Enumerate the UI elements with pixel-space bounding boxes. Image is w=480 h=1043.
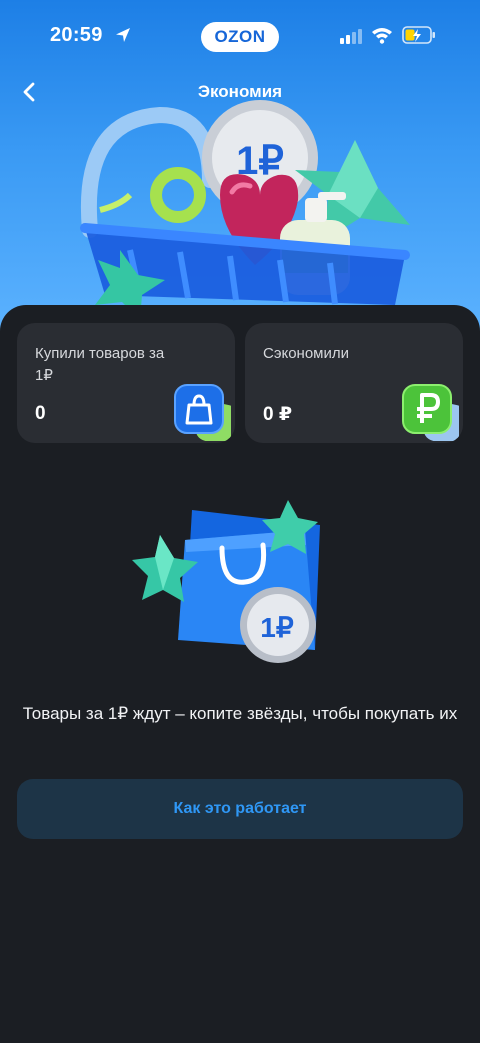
stat-card-purchased: Купили товаров за 1₽ 0 [17, 323, 235, 443]
bag-coin-illustration: 1₽ [132, 500, 320, 663]
status-bar: 20:59 OZON [0, 0, 480, 72]
how-it-works-button[interactable]: Как это работает [17, 779, 463, 839]
page-title: Экономия [197, 82, 283, 101]
stat-value-saved: 0 ₽ [263, 404, 293, 425]
wifi-icon [372, 28, 392, 44]
svg-text:1₽: 1₽ [260, 612, 294, 643]
stat-card-saved: Сэкономили 0 ₽ [245, 323, 463, 443]
status-time: 20:59 [50, 24, 103, 46]
basket-illustration: 1₽ [80, 100, 410, 320]
location-arrow-icon [116, 28, 130, 42]
content-sheet: Купили товаров за 1₽ 0 Сэкономили 0 ₽ 1₽… [0, 305, 480, 1043]
cellular-signal-icon [340, 29, 362, 44]
shopping-bag-icon [174, 384, 231, 441]
hero-banner: 20:59 OZON Экономия 1₽ [0, 0, 480, 340]
ruble-icon [402, 384, 459, 441]
battery-charging-icon [402, 26, 435, 44]
promo-message: Товары за 1₽ ждут – копите звёзды, чтобы… [22, 704, 458, 723]
stat-label-saved: Сэкономили [263, 345, 350, 362]
stat-label-purchased: Купили товаров за 1₽ [35, 345, 165, 384]
stat-value-purchased: 0 [35, 403, 46, 424]
brand-logo: OZON [201, 22, 279, 52]
